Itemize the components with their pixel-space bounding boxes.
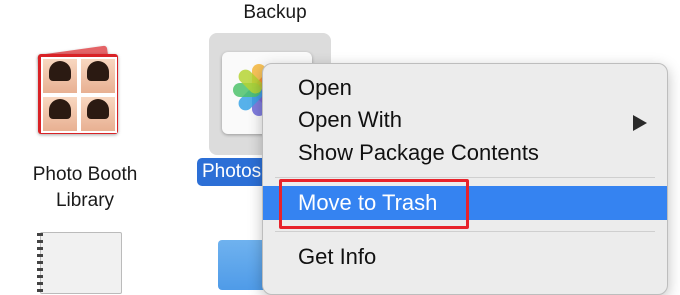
menu-item-open[interactable]: Open [263,71,667,105]
annotation-highlight-box [279,179,469,229]
menu-item-label: Get Info [298,244,377,269]
menu-separator [275,231,655,232]
menu-separator [275,177,655,178]
menu-item-get-info[interactable]: Get Info [263,240,667,274]
menu-item-open-with[interactable]: Open With [263,103,667,137]
document-icon[interactable] [37,232,122,294]
menu-item-label: Open With [298,107,402,132]
menu-item-label: Show Package Contents [298,140,539,165]
photo-booth-library-icon[interactable] [32,45,132,138]
photo-booth-library-label[interactable]: Photo Booth Library [10,162,160,214]
menu-item-label: Open [298,75,352,100]
backup-folder-label[interactable]: Backup [225,0,325,26]
menu-item-show-package-contents[interactable]: Show Package Contents [263,136,667,170]
submenu-arrow-icon [633,115,647,131]
